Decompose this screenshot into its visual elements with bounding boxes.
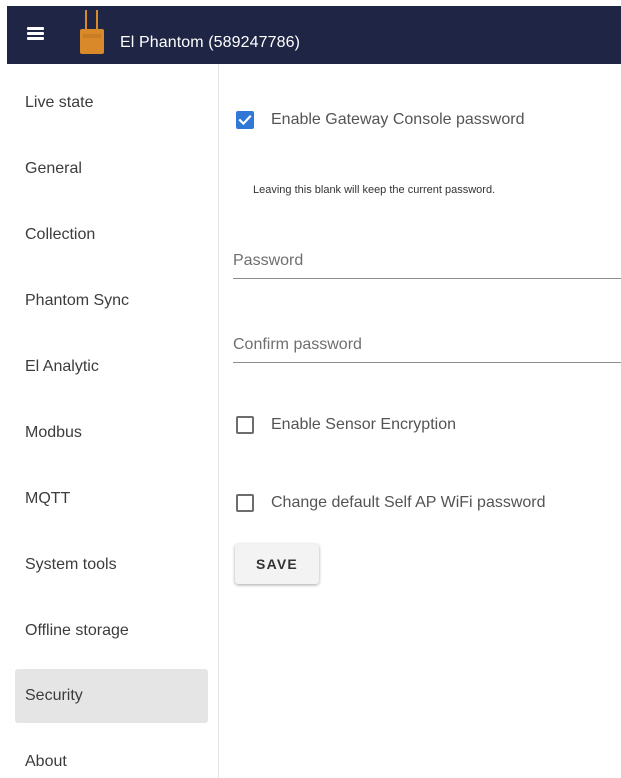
sidebar-item-modbus[interactable]: Modbus xyxy=(15,406,208,460)
confirm-password-input[interactable] xyxy=(233,318,621,362)
security-settings-panel: Enable Gateway Console password Leaving … xyxy=(219,64,621,778)
sensor-encryption-label: Enable Sensor Encryption xyxy=(271,416,456,433)
sidebar-item-system-tools[interactable]: System tools xyxy=(15,538,208,592)
checkmark-icon xyxy=(238,115,252,126)
sidebar-item-label: System tools xyxy=(25,556,117,573)
password-field[interactable] xyxy=(233,234,621,279)
app-title: El Phantom (589247786) xyxy=(120,34,301,51)
sidebar-item-live-state[interactable]: Live state xyxy=(15,76,208,130)
app-bar: El Phantom (589247786) xyxy=(7,6,621,64)
sidebar-item-el-analytic[interactable]: El Analytic xyxy=(15,340,208,394)
sidebar-item-general[interactable]: General xyxy=(15,142,208,196)
sidebar-nav: Live state General Collection Phantom Sy… xyxy=(7,64,219,778)
sidebar-item-label: Security xyxy=(25,687,83,704)
sidebar-item-about[interactable]: About xyxy=(15,735,208,778)
sidebar-item-label: General xyxy=(25,160,82,177)
sensor-encryption-checkbox[interactable] xyxy=(236,416,254,434)
confirm-password-field[interactable] xyxy=(233,318,621,363)
sidebar-item-label: Modbus xyxy=(25,424,82,441)
sidebar-item-label: MQTT xyxy=(25,490,71,507)
console-password-checkbox[interactable] xyxy=(236,111,254,129)
sidebar-item-label: Phantom Sync xyxy=(25,292,130,309)
sidebar-item-label: El Analytic xyxy=(25,358,99,375)
sidebar-item-collection[interactable]: Collection xyxy=(15,208,208,262)
password-hint-text: Leaving this blank will keep the current… xyxy=(253,184,496,196)
sidebar-item-offline-storage[interactable]: Offline storage xyxy=(15,604,208,658)
sidebar-item-label: Offline storage xyxy=(25,622,129,639)
sidebar-item-mqtt[interactable]: MQTT xyxy=(15,472,208,526)
phantom-device-icon xyxy=(80,10,104,54)
console-password-label: Enable Gateway Console password xyxy=(271,111,525,128)
self-ap-password-checkbox[interactable] xyxy=(236,494,254,512)
sidebar-item-label: About xyxy=(25,753,67,770)
self-ap-password-label: Change default Self AP WiFi password xyxy=(271,494,546,511)
hamburger-menu-icon[interactable] xyxy=(25,24,47,42)
save-button[interactable]: SAVE xyxy=(235,544,319,584)
console-password-checkbox-row[interactable]: Enable Gateway Console password xyxy=(236,108,524,132)
app-window: El Phantom (589247786) Live state Genera… xyxy=(7,6,621,778)
password-input[interactable] xyxy=(233,234,621,278)
sidebar-item-label: Live state xyxy=(25,94,94,111)
sensor-encryption-checkbox-row[interactable]: Enable Sensor Encryption xyxy=(236,413,456,437)
self-ap-password-checkbox-row[interactable]: Change default Self AP WiFi password xyxy=(236,491,546,515)
sidebar-item-phantom-sync[interactable]: Phantom Sync xyxy=(15,274,208,328)
sidebar-item-label: Collection xyxy=(25,226,96,243)
sidebar-item-security[interactable]: Security xyxy=(15,669,208,723)
